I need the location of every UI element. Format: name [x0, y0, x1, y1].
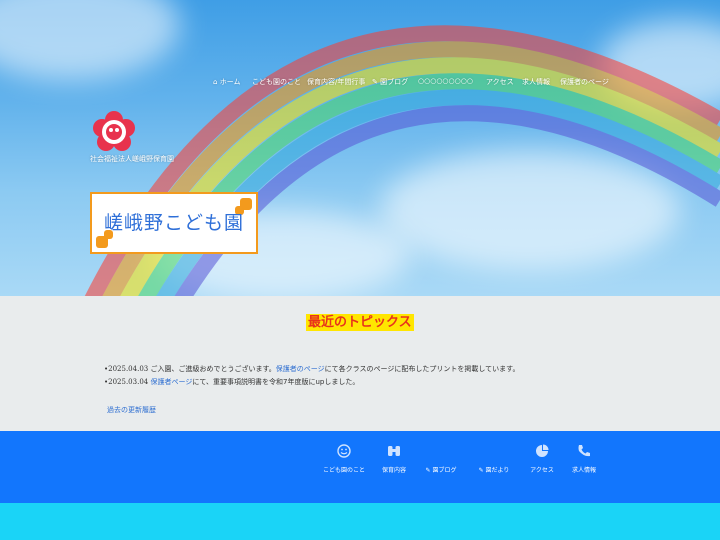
logo-icon[interactable] — [90, 110, 138, 154]
news-text: ご入園、ご進級おめでとうございます。 — [150, 365, 276, 373]
pen-icon: ✎ — [425, 467, 431, 474]
footer-item-label: 求人情報 — [571, 467, 596, 474]
bottom-strip — [0, 503, 720, 540]
footer-item-label: ✎ 園ブログ — [411, 465, 471, 474]
kindergarten-signboard: 嵯峨野こども園 — [90, 192, 258, 254]
parents-page-link[interactable]: 保護者ページ — [150, 378, 192, 386]
footer-item-label-text: 園だより — [485, 467, 510, 474]
signboard-title: 嵯峨野こども園 — [103, 212, 244, 234]
pen-icon: ✎ — [372, 78, 378, 86]
footer-icon-placeholder — [486, 443, 502, 459]
home-icon: ⌂ — [213, 78, 218, 86]
phone-icon — [578, 445, 590, 457]
pie-chart-icon — [536, 444, 549, 457]
nav-item-parents[interactable]: 保護者のページ — [560, 77, 609, 87]
nav-item-about[interactable]: こども園のこと — [252, 77, 301, 87]
news-date: 2025.04.03 — [108, 365, 149, 373]
footer-item-jobs[interactable]: 求人情報 — [554, 443, 614, 474]
past-updates-link[interactable]: 過去の更新履歴 — [107, 405, 156, 415]
main-nav: ⌂ ホーム こども園のこと 保育内容/年間行事 ✎ 園ブログ ○○○○○○○○○… — [0, 77, 720, 91]
footer-item-label-text: 園ブログ — [432, 467, 457, 474]
news-date: 2025.03.04 — [108, 378, 149, 386]
parents-page-link[interactable]: 保護者のページ — [276, 365, 325, 373]
news-item: •2025.03.04 保護者ページにて、重要事項説明書を令和7年度版にupしま… — [104, 377, 359, 387]
news-text: にて各クラスのページに配布したプリントを掲載しています。 — [324, 365, 520, 373]
nav-item-access[interactable]: アクセス — [486, 77, 514, 87]
nav-item-home[interactable]: ⌂ ホーム — [213, 77, 240, 87]
nav-item-blog[interactable]: ✎ 園ブログ — [372, 77, 408, 87]
binoculars-icon — [388, 446, 400, 456]
recent-topics-section: 最近のトピックス •2025.04.03 ご入園、ご進級おめでとうございます。保… — [0, 296, 720, 431]
news-text: にて、重要事項説明書を令和7年度版にupしました。 — [192, 378, 360, 386]
smile-icon — [337, 444, 351, 458]
topics-heading: 最近のトピックス — [306, 314, 414, 331]
pen-icon: ✎ — [478, 467, 484, 474]
nav-item-jobs[interactable]: 求人情報 — [522, 77, 550, 87]
logo-caption: 社会福祉法人嵯峨野保育園 — [90, 155, 174, 163]
nav-item-program[interactable]: 保育内容/年間行事 — [307, 77, 365, 87]
footer-item-blog[interactable]: ✎ 園ブログ — [411, 443, 471, 474]
footer-nav: こども園のこと 保育内容 ✎ 園ブログ ✎ 園だより アクセス 求人情報 — [0, 431, 720, 503]
nav-item-unlabeled[interactable]: ○○○○○○○○○ — [418, 77, 473, 85]
footer-icon-placeholder — [433, 443, 449, 459]
news-item: •2025.04.03 ご入園、ご進級おめでとうございます。保護者のページにて各… — [104, 364, 519, 374]
hero-banner: ⌂ ホーム こども園のこと 保育内容/年間行事 ✎ 園ブログ ○○○○○○○○○… — [0, 0, 720, 296]
